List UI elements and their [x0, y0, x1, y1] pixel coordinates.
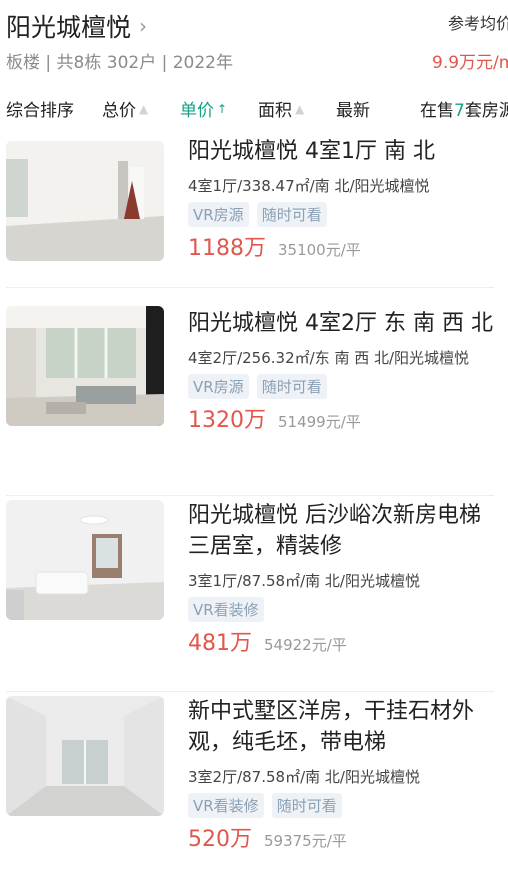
listing-card[interactable]: 阳光城檀悦 后沙峪次新房电梯三居室，精装修 3室1厅/87.58㎡/南 北/阳光…: [0, 496, 508, 692]
listing-title: 阳光城檀悦 4室2厅 东 南 西 北: [188, 311, 493, 336]
chevron-right-icon: ›: [139, 14, 148, 38]
listing-total-price: 1188万: [188, 236, 266, 261]
community-title-link[interactable]: 阳光城檀悦 ›: [6, 8, 147, 44]
sort-unit-price[interactable]: 单价 ↑: [180, 96, 227, 121]
listing-meta: 3室2厅/87.58㎡/南 北/阳光城檀悦: [188, 768, 420, 786]
ref-price-value: 9.9万元/m²: [432, 53, 508, 73]
listing-card[interactable]: 阳光城檀悦 4室2厅 东 南 西 北 4室2厅/256.32㎡/东 南 西 北/…: [0, 288, 508, 496]
sort-arrow-icon: ▲: [295, 101, 305, 116]
tag-vr: VR房源: [188, 374, 249, 399]
listing-unit-price: 51499元/平: [278, 413, 361, 431]
sort-total-price[interactable]: 总价 ▲: [102, 96, 148, 121]
page-title: 阳光城檀悦: [6, 13, 132, 42]
tag-vr-decoration: VR看装修: [188, 597, 264, 622]
listing-card[interactable]: 阳光城檀悦 4室1厅 南 北 4室1厅/338.47㎡/南 北/阳光城檀悦 VR…: [0, 130, 508, 288]
sort-arrow-icon: ▲: [139, 101, 149, 116]
listing-unit-price: 35100元/平: [278, 241, 361, 259]
sort-default[interactable]: 综合排序: [6, 96, 74, 121]
community-info: 板楼 | 共8栋 302户 | 2022年: [6, 53, 234, 73]
listing-photo: [6, 141, 164, 261]
tag-viewable: 随时可看: [271, 793, 342, 818]
listing-title: 阳光城檀悦 4室1厅 南 北: [188, 139, 435, 164]
listing-photo: [6, 306, 164, 426]
listing-unit-price: 59375元/平: [264, 832, 347, 850]
tag-vr: VR房源: [188, 202, 249, 227]
ref-price-label: 参考均价: [448, 14, 508, 33]
sort-latest[interactable]: 最新: [336, 96, 370, 121]
on-sale-count: 在售7套房源: [420, 101, 508, 121]
listing-total-price: 520万: [188, 827, 252, 852]
listing-total-price: 481万: [188, 631, 252, 656]
listing-title: 阳光城檀悦 后沙峪次新房电梯三居室，精装修: [188, 503, 481, 559]
listing-photo: [6, 696, 164, 816]
header: 阳光城檀悦 › 板楼 | 共8栋 302户 | 2022年 参考均价 9.9万元…: [0, 0, 508, 90]
listing-card[interactable]: 新中式墅区洋房，干挂石材外观，纯毛坯，带电梯 3室2厅/87.58㎡/南 北/阳…: [0, 692, 508, 890]
tag-viewable: 随时可看: [256, 374, 327, 399]
sort-bar: 综合排序 总价 ▲ 单价 ↑ 面积 ▲ 最新 在售7套房源: [0, 90, 508, 124]
listing-meta: 4室2厅/256.32㎡/东 南 西 北/阳光城檀悦: [188, 349, 470, 367]
listing-photo: [6, 500, 164, 620]
sort-arrow-up-icon: ↑: [217, 101, 228, 116]
tag-viewable: 随时可看: [256, 202, 327, 227]
listing-meta: 4室1厅/338.47㎡/南 北/阳光城檀悦: [188, 177, 430, 195]
listing-total-price: 1320万: [188, 408, 266, 433]
listing-meta: 3室1厅/87.58㎡/南 北/阳光城檀悦: [188, 572, 420, 590]
sort-area[interactable]: 面积 ▲: [258, 96, 304, 121]
listing-title: 新中式墅区洋房，干挂石材外观，纯毛坯，带电梯: [188, 699, 475, 755]
tag-vr-decoration: VR看装修: [188, 793, 264, 818]
listing-unit-price: 54922元/平: [264, 636, 347, 654]
